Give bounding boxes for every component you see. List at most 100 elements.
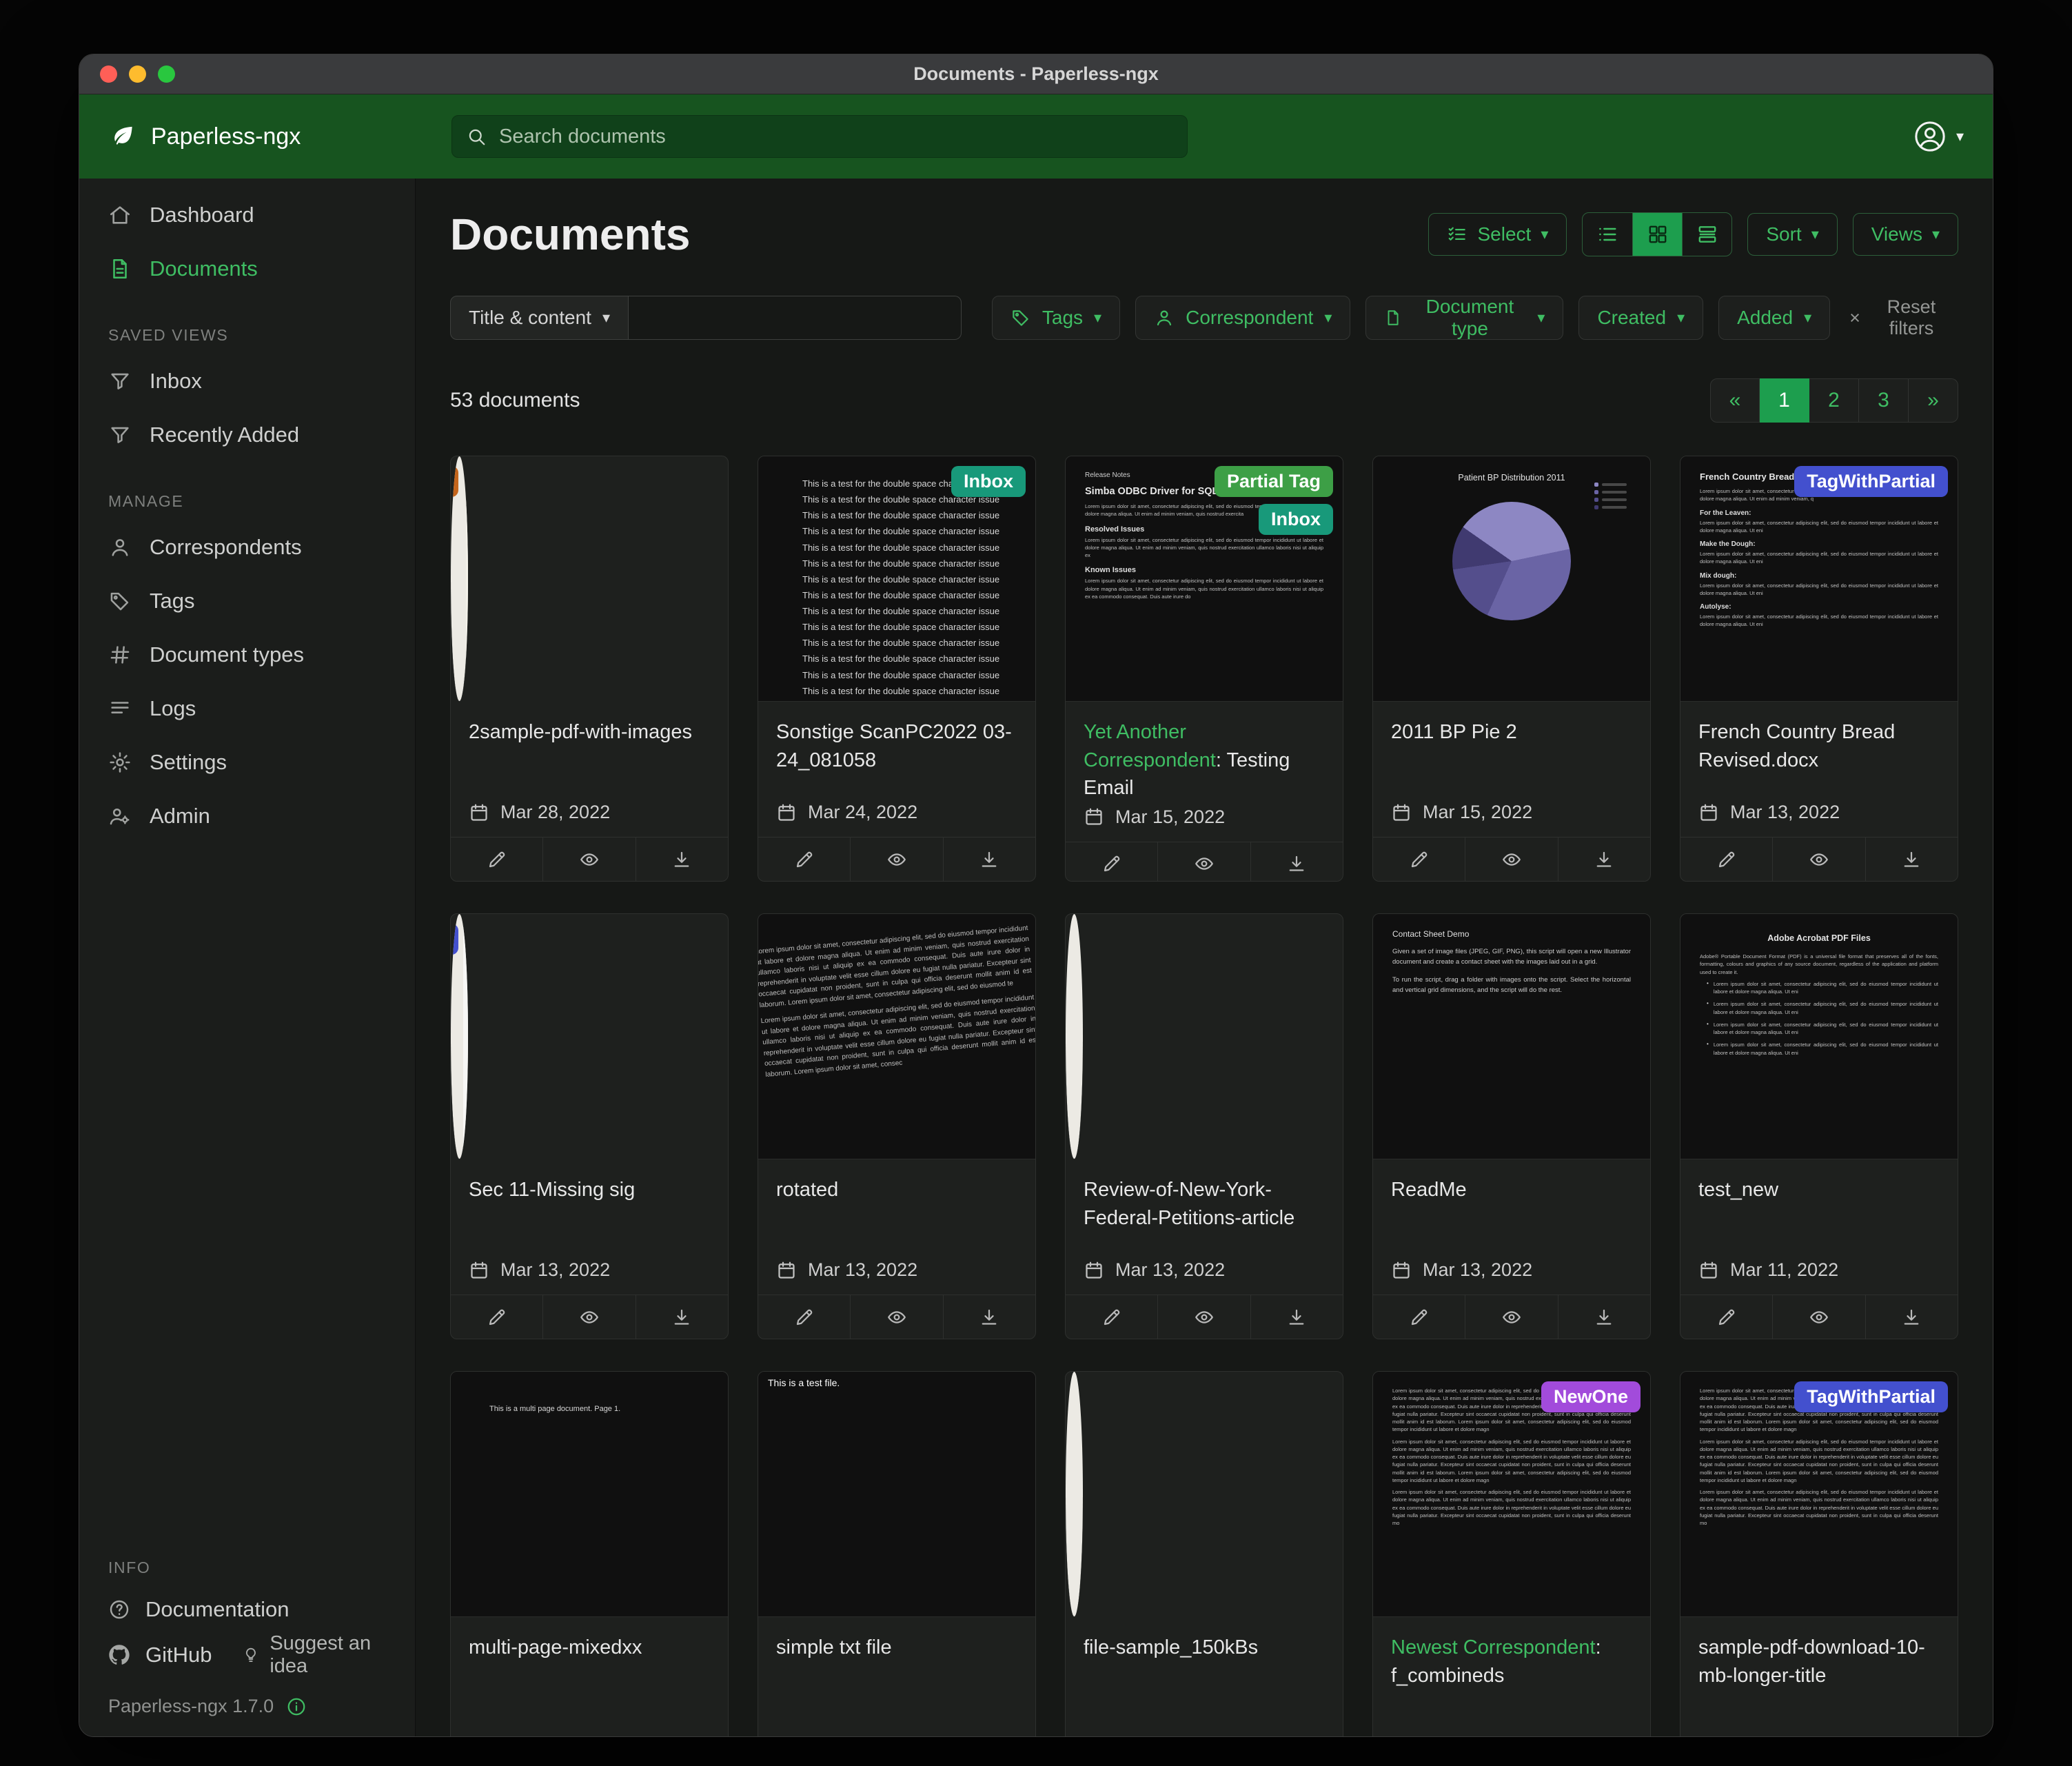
sidebar-item-inbox[interactable]: Inbox bbox=[79, 354, 415, 408]
sidebar-item-github[interactable]: GitHub bbox=[108, 1632, 212, 1678]
document-type-filter-button[interactable]: Document type ▾ bbox=[1365, 296, 1563, 340]
tag-badge[interactable]: TagWithPartial bbox=[1794, 466, 1948, 497]
preview-button[interactable] bbox=[1157, 842, 1250, 882]
document-title[interactable]: file-sample_150kBs bbox=[1084, 1634, 1325, 1662]
document-thumbnail[interactable]: Lorem ipsum dolor sit amet, consectetur … bbox=[451, 456, 468, 702]
document-thumbnail[interactable]: This is a test file. bbox=[758, 1372, 1035, 1617]
edit-button[interactable] bbox=[1373, 1295, 1465, 1339]
preview-button[interactable] bbox=[542, 838, 635, 881]
document-thumbnail[interactable]: French Country BreadLorem ipsum dolor si… bbox=[1680, 456, 1958, 702]
preview-button[interactable] bbox=[1465, 838, 1557, 881]
created-filter-button[interactable]: Created ▾ bbox=[1578, 296, 1703, 340]
sidebar-item-dashboard[interactable]: Dashboard bbox=[79, 188, 415, 242]
download-button[interactable] bbox=[1558, 838, 1650, 881]
document-thumbnail[interactable]: Release NotesSimba ODBC Driver for SQL S… bbox=[1066, 456, 1343, 702]
sidebar-item-document-types[interactable]: Document types bbox=[79, 628, 415, 682]
search-box[interactable] bbox=[451, 115, 1188, 158]
preview-button[interactable] bbox=[1772, 838, 1865, 881]
close-button[interactable] bbox=[100, 65, 117, 83]
download-button[interactable] bbox=[636, 1295, 728, 1339]
document-thumbnail[interactable]: Lorem ipsum dolor sit amet, consectetur … bbox=[1373, 1372, 1650, 1617]
views-button[interactable]: Views ▾ bbox=[1853, 213, 1958, 256]
view-list-button[interactable] bbox=[1583, 213, 1632, 256]
minimize-button[interactable] bbox=[129, 65, 146, 83]
document-title[interactable]: French Country Bread Revised.docx bbox=[1698, 718, 1940, 774]
tag-badge[interactable]: NewOne bbox=[1541, 1381, 1641, 1412]
sidebar-item-tags[interactable]: Tags bbox=[79, 574, 415, 628]
view-details-button[interactable] bbox=[1682, 213, 1731, 256]
preview-button[interactable] bbox=[1465, 1295, 1557, 1339]
document-title[interactable]: Yet Another Correspondent: Testing Email bbox=[1084, 718, 1325, 802]
pagination-next[interactable]: » bbox=[1909, 378, 1958, 423]
view-grid-button[interactable] bbox=[1632, 213, 1682, 256]
document-title[interactable]: Newest Correspondent: f_combineds bbox=[1391, 1634, 1632, 1689]
sidebar-item-documentation[interactable]: Documentation bbox=[108, 1587, 394, 1632]
edit-button[interactable] bbox=[1680, 1295, 1772, 1339]
correspondent-filter-button[interactable]: Correspondent ▾ bbox=[1135, 296, 1350, 340]
suggest-idea-link[interactable]: Suggest an idea bbox=[242, 1632, 394, 1678]
document-thumbnail[interactable]: Lorem ipsumLorem ipsum dolor sit amet, c… bbox=[1066, 1372, 1083, 1617]
tag-badge[interactable]: TagWithPartial bbox=[451, 924, 458, 955]
select-button[interactable]: Select ▾ bbox=[1428, 213, 1567, 256]
document-title[interactable]: multi-page-mixedxx bbox=[469, 1634, 710, 1662]
title-content-dropdown[interactable]: Title & content ▾ bbox=[450, 296, 629, 340]
download-button[interactable] bbox=[943, 1295, 1035, 1339]
tag-badge[interactable]: Partial Tag bbox=[1215, 466, 1333, 497]
document-title[interactable]: 2sample-pdf-with-images bbox=[469, 718, 710, 747]
edit-button[interactable] bbox=[758, 1295, 850, 1339]
tag-badge[interactable]: TagWithPartial bbox=[1794, 1381, 1948, 1412]
document-title[interactable]: rotated bbox=[776, 1176, 1017, 1204]
user-menu[interactable]: ▾ bbox=[1912, 119, 1964, 154]
document-thumbnail[interactable]: Contact Sheet DemoGiven a set of image f… bbox=[1373, 914, 1650, 1159]
document-title[interactable]: Sec 11-Missing sig bbox=[469, 1176, 710, 1204]
tag-badge[interactable]: Inbox bbox=[951, 466, 1026, 497]
pagination-page-2[interactable]: 2 bbox=[1809, 378, 1859, 423]
pagination-page-1[interactable]: 1 bbox=[1760, 378, 1809, 423]
download-button[interactable] bbox=[1865, 838, 1958, 881]
document-title[interactable]: ReadMe bbox=[1391, 1176, 1632, 1204]
sidebar-item-logs[interactable]: Logs bbox=[79, 682, 415, 735]
edit-button[interactable] bbox=[451, 838, 542, 881]
document-correspondent[interactable]: Newest Correspondent bbox=[1391, 1636, 1596, 1658]
document-title[interactable]: sample-pdf-download-10-mb-longer-title bbox=[1698, 1634, 1940, 1689]
tag-badge[interactable]: Inbox bbox=[1259, 504, 1333, 535]
tag-badge[interactable]: Another Sample Tag bbox=[451, 466, 458, 497]
document-title[interactable]: test_new bbox=[1698, 1176, 1940, 1204]
download-button[interactable] bbox=[1558, 1295, 1650, 1339]
download-button[interactable] bbox=[636, 838, 728, 881]
edit-button[interactable] bbox=[758, 838, 850, 881]
preview-button[interactable] bbox=[1157, 1295, 1250, 1339]
document-thumbnail[interactable]: Patient BP Distribution 2011 bbox=[1373, 456, 1650, 702]
sidebar-item-admin[interactable]: Admin bbox=[79, 789, 415, 843]
document-title[interactable]: Review-of-New-York-Federal-Petitions-art… bbox=[1084, 1176, 1325, 1232]
brand[interactable]: Paperless-ngx bbox=[108, 122, 431, 151]
document-thumbnail[interactable]: Lorem ipsum dolor sit amet, consectetur … bbox=[758, 914, 1035, 1159]
edit-button[interactable] bbox=[1066, 1295, 1157, 1339]
document-thumbnail[interactable]: Adobe Acrobat PDF FilesAdobe® Portable D… bbox=[1680, 914, 1958, 1159]
sidebar-item-recently-added[interactable]: Recently Added bbox=[79, 408, 415, 462]
edit-button[interactable] bbox=[1373, 838, 1465, 881]
zoom-button[interactable] bbox=[158, 65, 175, 83]
preview-button[interactable] bbox=[542, 1295, 635, 1339]
sidebar-item-documents[interactable]: Documents bbox=[79, 242, 415, 296]
document-title[interactable]: 2011 BP Pie 2 bbox=[1391, 718, 1632, 747]
document-title[interactable]: simple txt file bbox=[776, 1634, 1017, 1662]
preview-button[interactable] bbox=[850, 838, 942, 881]
edit-button[interactable] bbox=[1066, 842, 1157, 882]
download-button[interactable] bbox=[1865, 1295, 1958, 1339]
pagination-page-3[interactable]: 3 bbox=[1859, 378, 1909, 423]
download-button[interactable] bbox=[1250, 1295, 1343, 1339]
document-thumbnail[interactable]: Lorem ipsum dolor sit amet, consectetur … bbox=[451, 914, 468, 1159]
pagination-prev[interactable]: « bbox=[1710, 378, 1760, 423]
sidebar-item-correspondents[interactable]: Correspondents bbox=[79, 520, 415, 574]
edit-button[interactable] bbox=[1680, 838, 1772, 881]
document-correspondent[interactable]: Yet Another Correspondent bbox=[1084, 721, 1216, 771]
preview-button[interactable] bbox=[1772, 1295, 1865, 1339]
tags-filter-button[interactable]: Tags ▾ bbox=[992, 296, 1120, 340]
download-button[interactable] bbox=[943, 838, 1035, 881]
reset-filters-button[interactable]: × Reset filters bbox=[1845, 296, 1958, 340]
search-input[interactable] bbox=[498, 125, 1173, 149]
document-title[interactable]: Sonstige ScanPC2022 03-24_081058 bbox=[776, 718, 1017, 774]
added-filter-button[interactable]: Added ▾ bbox=[1718, 296, 1830, 340]
preview-button[interactable] bbox=[850, 1295, 942, 1339]
